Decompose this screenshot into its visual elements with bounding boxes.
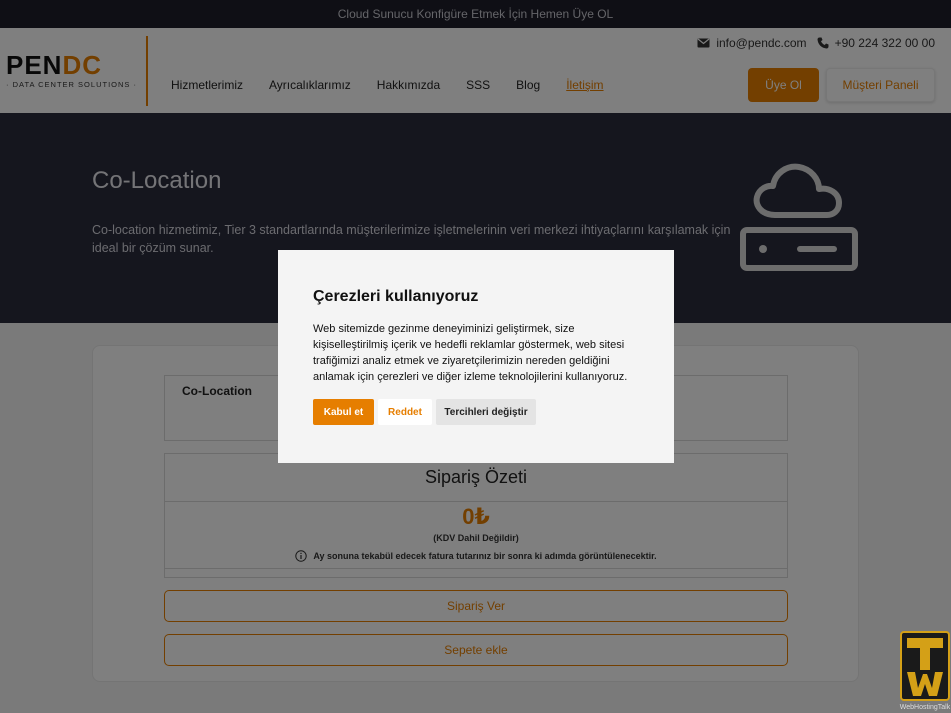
- watermark-badge: WebHostingTalk: [899, 630, 951, 713]
- cookie-consent-modal: Çerezleri kullanıyoruz Web sitemizde gez…: [278, 250, 674, 463]
- cookie-title: Çerezleri kullanıyoruz: [313, 288, 479, 305]
- accept-cookies-button[interactable]: Kabul et: [313, 399, 374, 425]
- cookie-actions: Kabul et Reddet Tercihleri değiştir: [313, 399, 536, 425]
- cookie-preferences-button[interactable]: Tercihleri değiştir: [436, 399, 536, 425]
- reject-cookies-button[interactable]: Reddet: [378, 399, 432, 425]
- cookie-text: Web sitemizde gezinme deneyiminizi geliş…: [313, 323, 628, 383]
- watermark-text: WebHostingTalk: [899, 704, 951, 711]
- watermark-logo-icon: [900, 631, 950, 701]
